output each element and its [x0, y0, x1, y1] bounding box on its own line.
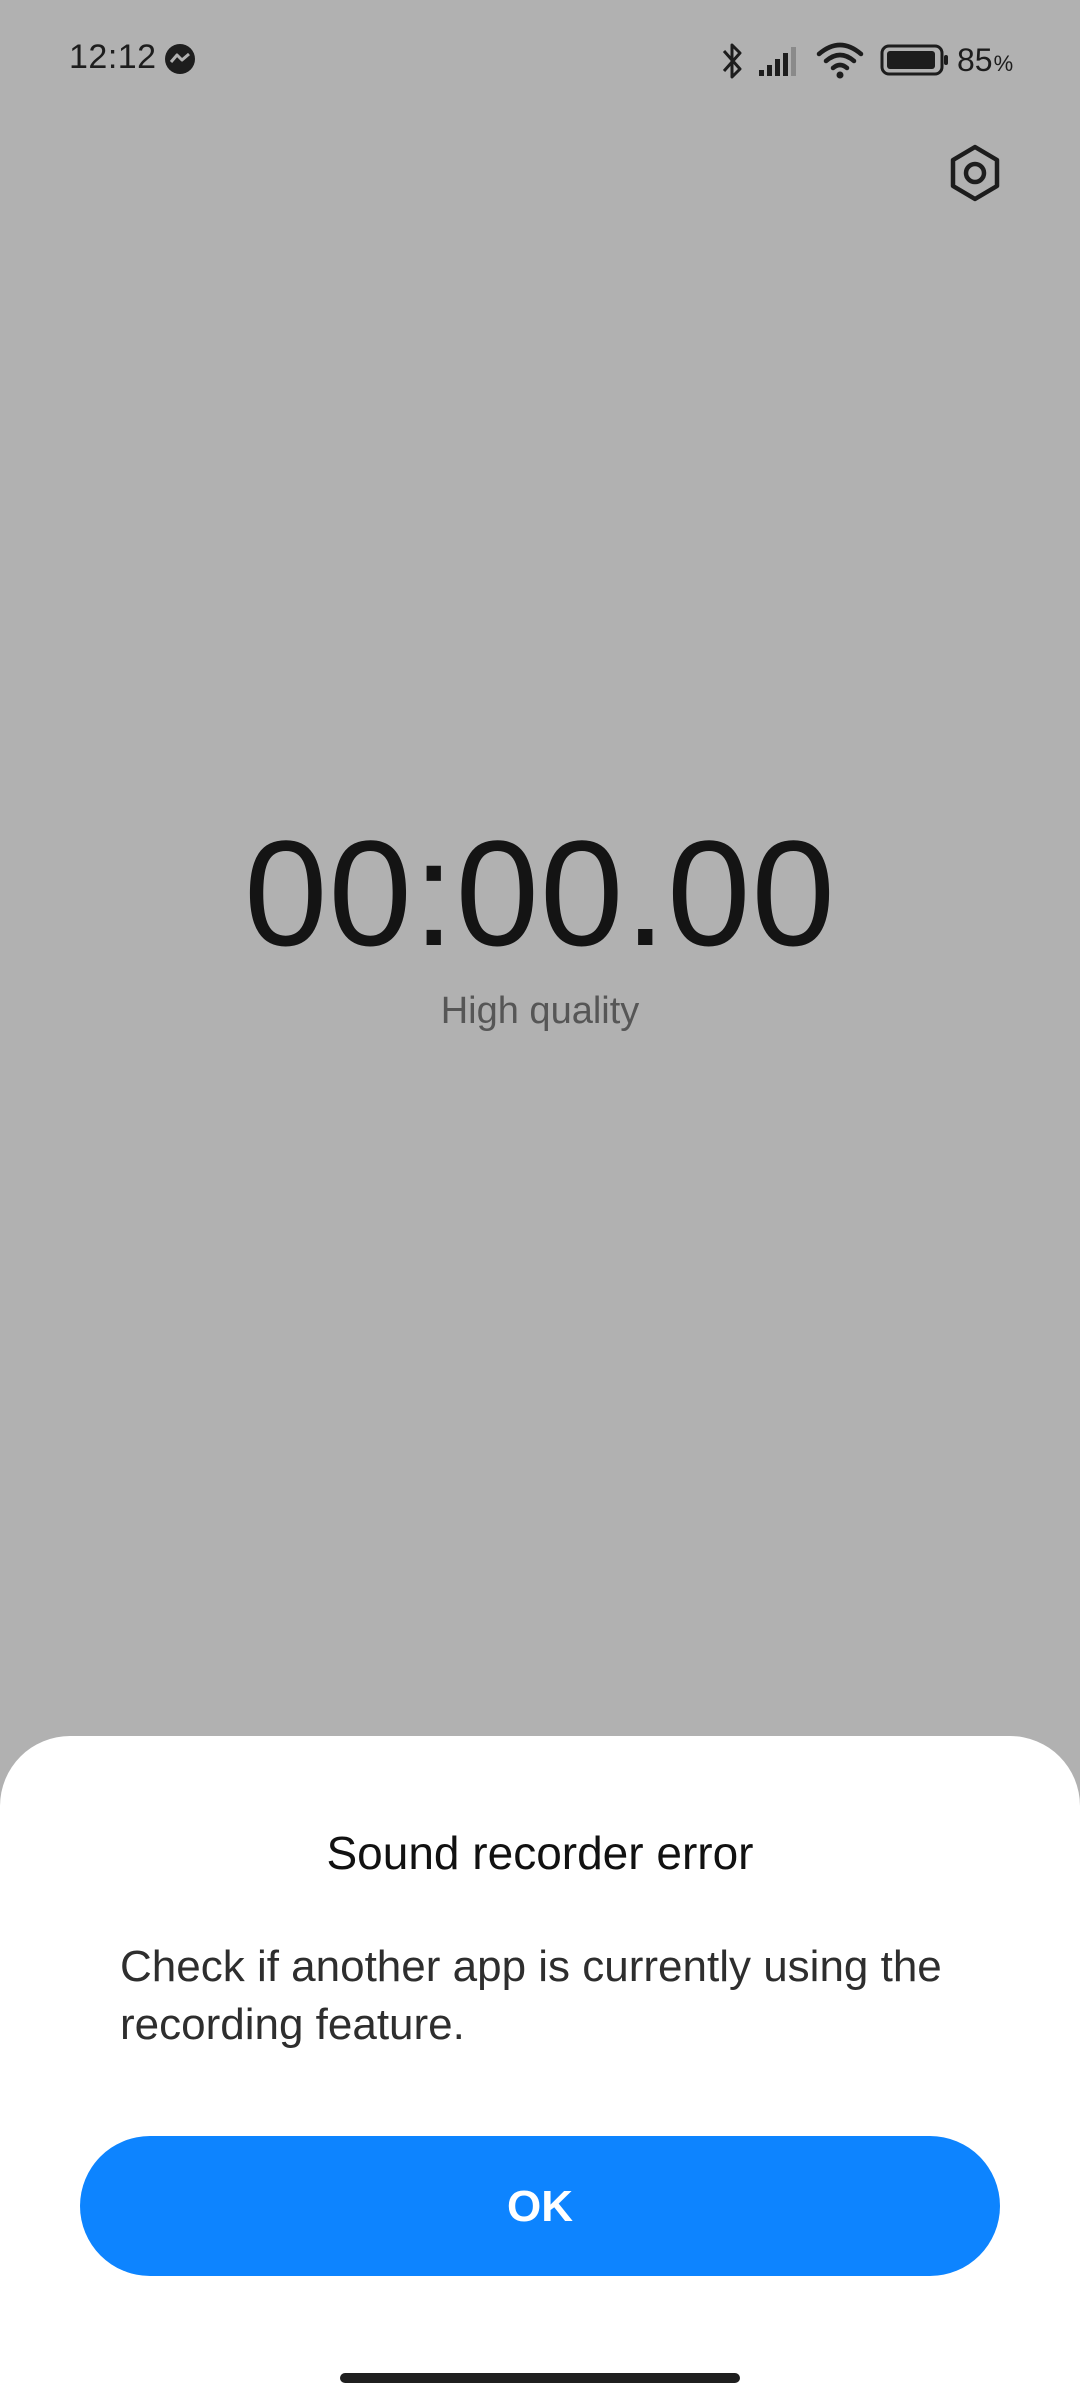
error-dialog: Sound recorder error Check if another ap… [0, 1736, 1080, 2400]
battery-icon [880, 44, 952, 76]
dialog-title: Sound recorder error [326, 1827, 754, 1879]
recording-timer: 00:00.00 [244, 809, 836, 977]
wifi-icon [816, 42, 864, 80]
dialog-message: Check if another app is currently using … [120, 1942, 942, 2049]
ok-button[interactable]: OK [80, 2136, 1000, 2276]
messenger-icon [163, 42, 197, 76]
signal-icon [757, 44, 807, 78]
status-icons: 85% [640, 30, 1080, 90]
status-time: 12:12 [69, 38, 157, 76]
home-indicator[interactable] [340, 2373, 740, 2383]
bluetooth-icon [718, 40, 748, 82]
status-bar: 12:12 85% [0, 0, 1080, 120]
recording-quality-label: High quality [440, 990, 640, 1032]
battery-percentage: 85% [957, 42, 1014, 78]
settings-button[interactable] [944, 142, 1006, 204]
settings-icon [944, 144, 1006, 208]
